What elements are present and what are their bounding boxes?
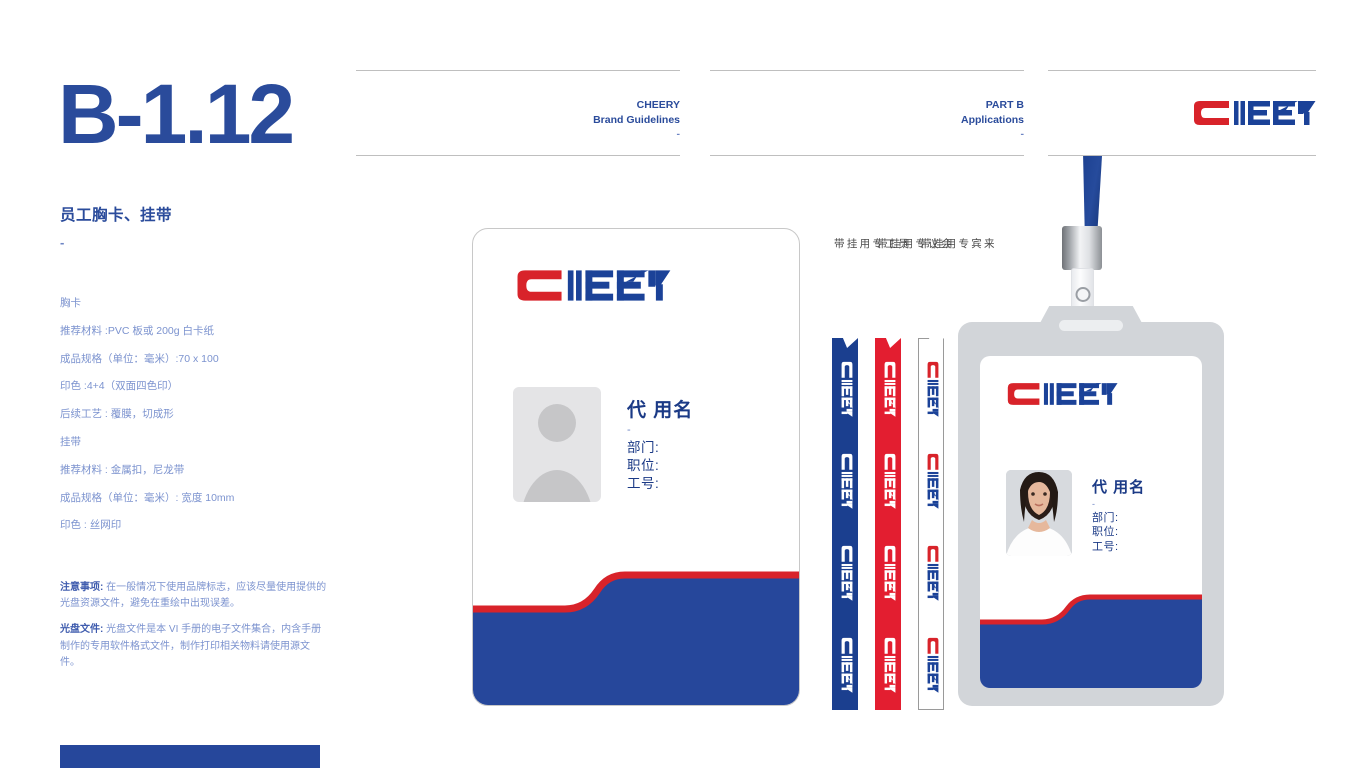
badge-field-position: 职位:	[1092, 526, 1119, 539]
cheery-logo-icon	[922, 361, 940, 417]
header-line2: Brand Guidelines	[593, 114, 680, 127]
note-item: 注意事项: 在一般情况下使用品牌标志，应该尽量使用提供的光盘资源文件，避免在重绘…	[60, 580, 328, 612]
divider	[356, 155, 680, 156]
cheery-logo-icon	[922, 637, 940, 693]
badge-fields: 代 用名 - 部门: 职位: 工号:	[627, 400, 694, 493]
header-brand-text: CHEERY Brand Guidelines -	[593, 98, 680, 141]
strap-logo-marks	[918, 338, 944, 710]
cheery-logo-icon	[879, 545, 897, 601]
spec-line: 成品规格（单位：毫米）: 宽度 10mm	[60, 491, 235, 504]
badge-field-employee-id: 工号:	[627, 476, 660, 492]
employee-badge-card-with-photo: 代 用名 - 部门: 职位: 工号:	[980, 356, 1202, 688]
brand-guidelines-page: B-1.12 员工胸卡、挂带 - 胸卡 推荐材料 :PVC 板或 200g 白卡…	[0, 0, 1366, 768]
cheery-logo-icon	[1192, 100, 1316, 131]
header-line1: PART B	[985, 99, 1024, 111]
cheery-logo-icon	[879, 637, 897, 693]
note-item: 光盘文件: 光盘文件是本 VI 手册的电子文件集合，内含手册制作的专用软件格式文…	[60, 622, 328, 671]
footer-accent-bar	[60, 745, 320, 768]
cheery-logo-icon	[836, 361, 854, 417]
cheery-logo-icon	[922, 545, 940, 601]
spec-line: 胸卡	[60, 297, 81, 309]
cheery-logo-icon	[836, 545, 854, 601]
header-line1: CHEERY	[636, 99, 680, 111]
avatar-head	[538, 404, 576, 442]
header-cell-part: PART B Applications -	[710, 70, 1024, 156]
badge-holder: 代 用名 - 部门: 职位: 工号:	[958, 306, 1224, 706]
badge-name-dash: -	[1092, 498, 1095, 509]
spec-line: 挂带	[60, 435, 81, 448]
strap-logo-marks	[832, 338, 858, 710]
spec-line: 印色 :4+4（双面四色印）	[60, 380, 179, 393]
divider	[1048, 155, 1316, 156]
badge-field-position: 职位:	[627, 458, 660, 474]
note-label: 光盘文件:	[60, 624, 104, 636]
badge-footer-graphic	[980, 590, 1202, 688]
note-label: 注意事项:	[60, 582, 104, 593]
header-dash: -	[676, 128, 681, 141]
clip-ring-hole	[1075, 287, 1090, 302]
hanging-lanyard-strap	[1083, 156, 1102, 236]
spec-line: 成品规格（单位：毫米）:70 x 100	[60, 352, 219, 365]
cheery-logo-icon	[515, 269, 671, 307]
lanyard-strap-guest	[918, 338, 944, 710]
header-cell-brand: CHEERY Brand Guidelines -	[356, 70, 680, 156]
header-part-text: PART B Applications -	[961, 98, 1024, 141]
employee-badge-card: 代 用名 - 部门: 职位: 工号:	[472, 228, 800, 706]
lanyard-label: 来宾专用挂带	[918, 238, 995, 250]
header-dash: -	[1020, 128, 1025, 141]
metal-clamp	[1062, 226, 1102, 270]
lanyard-strap-meeting	[875, 338, 901, 710]
badge-footer-graphic	[473, 565, 799, 705]
page-code: B-1.12	[58, 67, 295, 161]
badge-field-department: 部门:	[1092, 511, 1119, 524]
spec-list: 胸卡 推荐材料 :PVC 板或 200g 白卡纸 成品规格（单位：毫米）:70 …	[60, 298, 332, 548]
section-title-dash: -	[60, 235, 65, 250]
spec-line: 推荐材料 :PVC 板或 200g 白卡纸	[60, 324, 215, 337]
holder-slot	[1059, 320, 1123, 331]
divider	[710, 155, 1024, 156]
header-line2: Applications	[960, 114, 1024, 127]
badge-name: 代 用名	[1092, 479, 1146, 496]
cheery-logo-icon	[879, 361, 897, 417]
badge-name-dash: -	[627, 423, 631, 436]
badge-field-employee-id: 工号:	[1092, 540, 1119, 553]
section-title: 员工胸卡、挂带	[60, 207, 173, 224]
cheery-logo-icon	[879, 453, 897, 509]
divider	[1048, 70, 1316, 71]
divider	[710, 70, 1024, 71]
notes-block: 注意事项: 在一般情况下使用品牌标志，应该尽量使用提供的光盘资源文件，避免在重绘…	[60, 580, 328, 681]
badge-field-department: 部门:	[627, 440, 660, 456]
badge-name: 代 用名	[627, 400, 694, 421]
cheery-logo-icon	[922, 453, 940, 509]
strap-logo-marks	[875, 338, 901, 710]
divider	[356, 70, 680, 71]
employee-photo	[1006, 470, 1072, 556]
cheery-logo-icon	[836, 637, 854, 693]
spec-line: 后续工艺 : 覆膜，切成形	[60, 408, 174, 421]
lanyard-strap-employee	[832, 338, 858, 710]
person-placeholder-icon	[513, 387, 601, 502]
spec-line: 推荐材料 : 金属扣，尼龙带	[60, 463, 185, 476]
cheery-logo-icon	[1006, 382, 1118, 411]
badge-fields: 代 用名 - 部门: 职位: 工号:	[1092, 479, 1146, 554]
cheery-logo-icon	[836, 453, 854, 509]
avatar-body	[520, 470, 594, 502]
header-cell-logo	[1048, 70, 1316, 156]
spec-line: 印色 : 丝网印	[60, 519, 122, 532]
